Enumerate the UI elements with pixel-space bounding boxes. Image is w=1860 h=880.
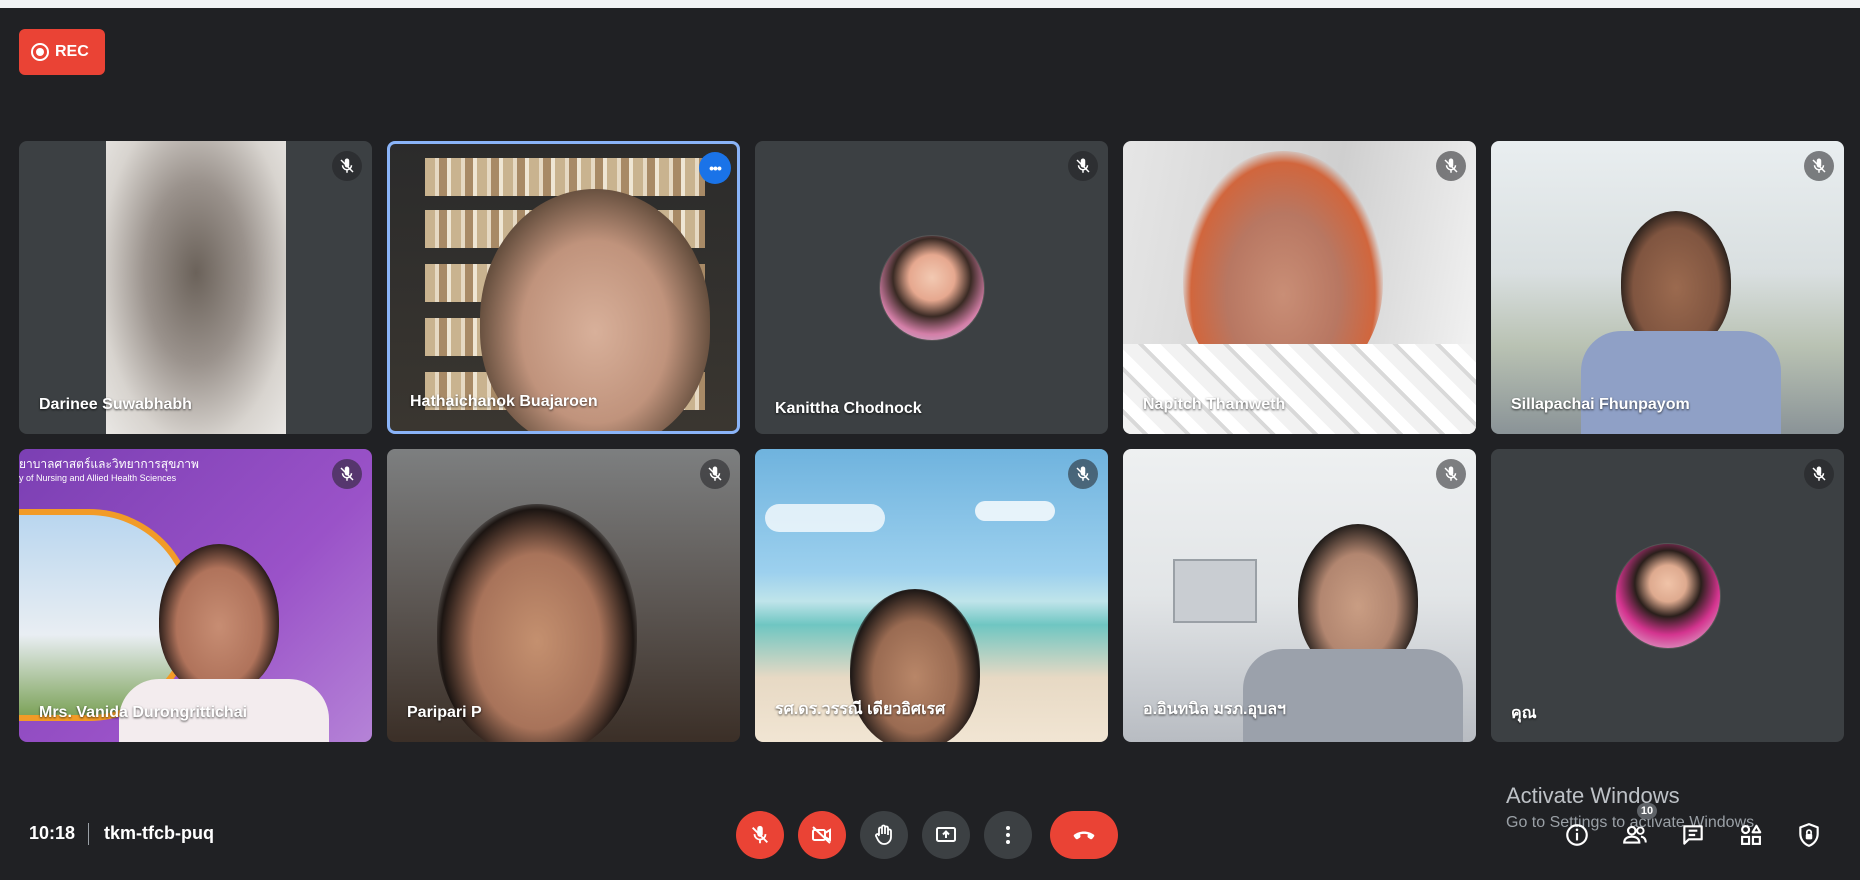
more-options-button[interactable]: [984, 811, 1032, 859]
participant-tile[interactable]: รศ.ดร.วรรณี เดียวอิศเรศ: [755, 449, 1108, 742]
mic-off-icon: [1068, 151, 1098, 181]
participant-tile[interactable]: Sillapachai Fhunpayom: [1491, 141, 1844, 434]
banner-text: ยาบาลศาสตร์และวิทยาการสุขภาพ: [19, 457, 199, 471]
people-icon: [1623, 825, 1647, 844]
participant-name: Kanittha Chodnock: [775, 400, 922, 417]
hand-icon: [875, 824, 892, 845]
mic-off-icon: [332, 459, 362, 489]
call-end-icon: [1073, 831, 1095, 840]
mic-off-icon: [332, 151, 362, 181]
participant-name: Napitch Thamweth: [1143, 396, 1286, 413]
avatar: [878, 234, 985, 341]
meeting-details-button[interactable]: [1557, 815, 1597, 855]
mic-off-icon: [752, 825, 768, 844]
mic-off-icon: [1804, 151, 1834, 181]
participant-tile[interactable]: ••• Hathaichanok Buajaroen: [387, 141, 740, 434]
people-button[interactable]: [1615, 815, 1655, 855]
participant-tile[interactable]: อ.อินทนิล มรภ.อุบลฯ: [1123, 449, 1476, 742]
meeting-code[interactable]: tkm-tfcb-puq: [104, 823, 214, 844]
info-icon: [1566, 824, 1588, 846]
participant-tile[interactable]: Napitch Thamweth: [1123, 141, 1476, 434]
divider: [88, 823, 89, 845]
meeting-time: 10:18: [29, 823, 76, 843]
participant-tile-self[interactable]: คุณ: [1491, 449, 1844, 742]
mic-off-icon: [1436, 151, 1466, 181]
recording-indicator: REC: [19, 29, 105, 75]
participant-video: [387, 449, 740, 742]
present-button[interactable]: [922, 811, 970, 859]
record-icon: [31, 43, 49, 61]
banner-subtext: y of Nursing and Allied Health Sciences: [19, 473, 177, 483]
camera-toggle-button[interactable]: [798, 811, 846, 859]
participant-video: [1491, 141, 1844, 434]
present-screen-icon: [936, 827, 956, 842]
participant-name: คุณ: [1511, 705, 1537, 722]
participant-tile[interactable]: ยาบาลศาสตร์และวิทยาการสุขภาพ y of Nursin…: [19, 449, 372, 742]
activities-icon: [1741, 824, 1762, 845]
participant-name: Hathaichanok Buajaroen: [410, 393, 598, 410]
chat-button[interactable]: [1673, 815, 1713, 855]
mic-off-icon: [1436, 459, 1466, 489]
participant-name: รศ.ดร.วรรณี เดียวอิศเรศ: [775, 701, 946, 718]
participant-name: Darinee Suwabhabh: [39, 396, 192, 413]
camera-off-icon: [812, 826, 831, 844]
participant-name: Sillapachai Fhunpayom: [1511, 396, 1690, 413]
mic-off-icon: [700, 459, 730, 489]
participant-tile[interactable]: Kanittha Chodnock: [755, 141, 1108, 434]
participant-name: อ.อินทนิล มรภ.อุบลฯ: [1143, 701, 1287, 718]
participant-name: Mrs. Vanida Durongrittichai: [39, 704, 248, 721]
more-options-icon[interactable]: •••: [699, 152, 731, 184]
top-strip: [0, 0, 1860, 8]
leave-call-button[interactable]: [1050, 811, 1118, 859]
recording-label: REC: [55, 43, 89, 60]
host-controls-button[interactable]: [1789, 815, 1829, 855]
more-vert-icon: [1006, 826, 1010, 844]
participant-tile[interactable]: Paripari P: [387, 449, 740, 742]
participant-video: [1123, 141, 1476, 434]
participant-video: [19, 449, 372, 742]
participant-video: [19, 141, 372, 434]
people-count-badge: 10: [1637, 803, 1657, 819]
participant-tile[interactable]: Darinee Suwabhabh: [19, 141, 372, 434]
participant-name: Paripari P: [407, 704, 482, 721]
mic-toggle-button[interactable]: [736, 811, 784, 859]
activities-button[interactable]: [1731, 815, 1771, 855]
participant-video: [390, 144, 737, 431]
mic-off-icon: [1068, 459, 1098, 489]
shield-lock-icon: [1799, 823, 1819, 847]
mic-off-icon: [1804, 459, 1834, 489]
raise-hand-button[interactable]: [860, 811, 908, 859]
avatar: [1614, 542, 1721, 649]
chat-icon: [1683, 825, 1703, 845]
